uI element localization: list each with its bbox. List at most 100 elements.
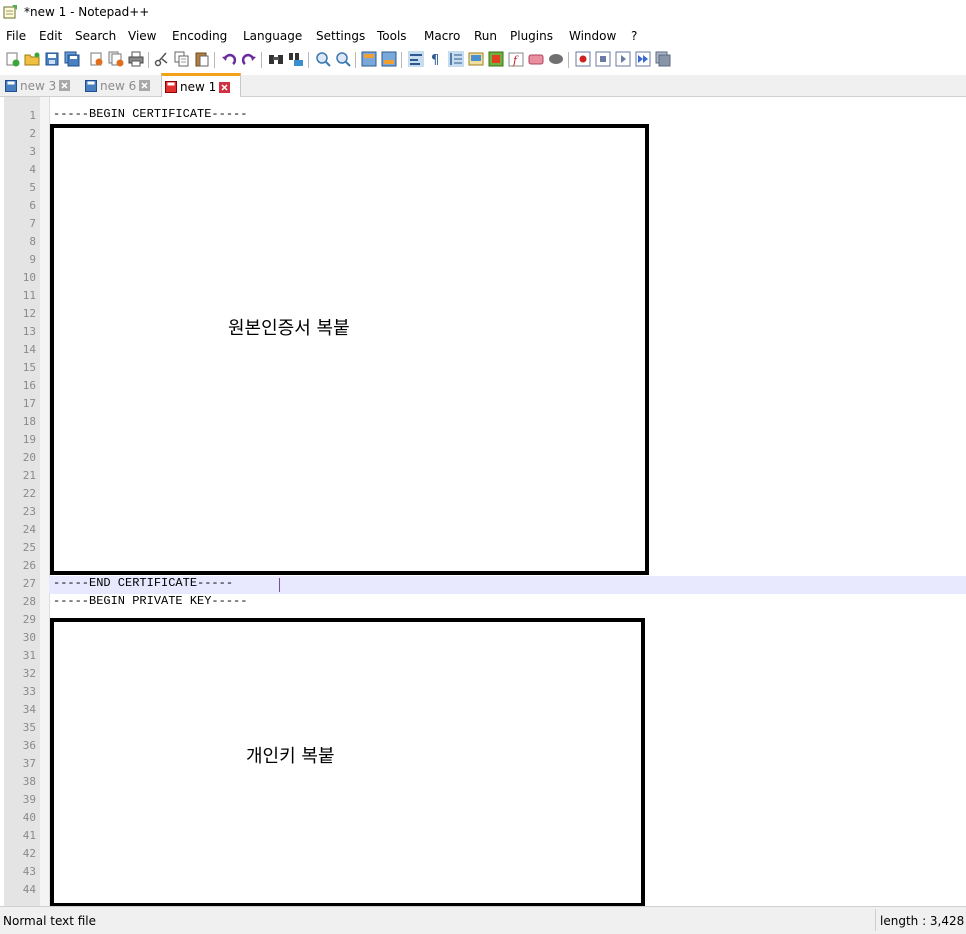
doc-map-icon[interactable] bbox=[468, 51, 484, 67]
menu-language[interactable]: Language bbox=[243, 29, 302, 43]
menu-tools[interactable]: Tools bbox=[377, 29, 407, 43]
toolbar-separator bbox=[214, 52, 215, 68]
notepadpp-app-icon bbox=[3, 5, 17, 19]
record-toggle-icon[interactable] bbox=[548, 51, 564, 67]
line-number: 42 bbox=[22, 847, 36, 860]
sync-vertical-icon[interactable] bbox=[361, 51, 377, 67]
line-number: 26 bbox=[22, 559, 36, 572]
line-number: 35 bbox=[22, 721, 36, 734]
private-key-box-label: 개인키 복붙 bbox=[246, 746, 335, 767]
line-number: 18 bbox=[22, 415, 36, 428]
line-number: 21 bbox=[22, 469, 36, 482]
tab-close-icon[interactable] bbox=[59, 80, 71, 91]
line-number: 16 bbox=[22, 379, 36, 392]
menu-file[interactable]: File bbox=[6, 29, 26, 43]
toolbar-separator bbox=[148, 52, 149, 68]
line-number: 27 bbox=[22, 577, 36, 590]
save-icon[interactable] bbox=[44, 51, 60, 67]
sync-horizontal-icon[interactable] bbox=[381, 51, 397, 67]
open-file-icon[interactable] bbox=[24, 51, 40, 67]
tab-new-3[interactable]: new 3 bbox=[2, 76, 71, 95]
copy-icon[interactable] bbox=[174, 51, 190, 67]
menu-edit[interactable]: Edit bbox=[39, 29, 62, 43]
line-number: 30 bbox=[22, 631, 36, 644]
find-icon[interactable] bbox=[268, 51, 284, 67]
tab-close-icon[interactable] bbox=[219, 81, 231, 93]
redo-icon[interactable] bbox=[241, 51, 257, 67]
line-number: 8 bbox=[29, 235, 36, 248]
text-editor[interactable]: 1 2 3 4 5 6 7 8 9 10 11 12 13 14 15 16 17 18 19 20 21 22 23 24 2… bbox=[0, 97, 966, 907]
cut-icon[interactable] bbox=[154, 51, 170, 67]
close-all-icon[interactable] bbox=[108, 51, 124, 67]
menu-help[interactable]: ? bbox=[631, 29, 637, 43]
line-number: 15 bbox=[22, 361, 36, 374]
tab-label: new 1 bbox=[180, 80, 217, 94]
monitoring-icon[interactable] bbox=[528, 51, 544, 67]
menu-settings[interactable]: Settings bbox=[316, 29, 365, 43]
new-file-icon[interactable] bbox=[4, 51, 20, 67]
tab-new-1[interactable]: new 1 bbox=[161, 73, 241, 98]
line-number: 2 bbox=[29, 127, 36, 140]
play-macro-icon[interactable] bbox=[615, 51, 631, 67]
status-bar: Normal text file length : 3,428 bbox=[0, 906, 966, 934]
record-macro-icon[interactable] bbox=[575, 51, 591, 67]
window-title: *new 1 - Notepad++ bbox=[24, 5, 150, 19]
line-number: 28 bbox=[22, 595, 36, 608]
tab-label: new 3 bbox=[20, 78, 57, 93]
line-number: 1 bbox=[29, 109, 36, 122]
saved-file-icon bbox=[85, 79, 97, 92]
menu-search[interactable]: Search bbox=[75, 29, 116, 43]
line-number: 4 bbox=[29, 163, 36, 176]
menu-plugins[interactable]: Plugins bbox=[510, 29, 553, 43]
tab-label: new 6 bbox=[100, 78, 137, 93]
stop-record-icon[interactable] bbox=[595, 51, 611, 67]
show-all-chars-icon[interactable]: ¶ bbox=[428, 51, 444, 67]
menu-encoding[interactable]: Encoding bbox=[172, 29, 227, 43]
line-number: 23 bbox=[22, 505, 36, 518]
line-number: 29 bbox=[22, 613, 36, 626]
zoom-out-icon[interactable] bbox=[335, 51, 351, 67]
replace-icon[interactable] bbox=[288, 51, 304, 67]
line-number: 31 bbox=[22, 649, 36, 662]
save-all-icon[interactable] bbox=[64, 51, 80, 67]
line-number: 36 bbox=[22, 739, 36, 752]
folder-workspace-icon[interactable]: f bbox=[508, 51, 524, 67]
word-wrap-icon[interactable] bbox=[408, 51, 424, 67]
line-number: 43 bbox=[22, 865, 36, 878]
line-number: 9 bbox=[29, 253, 36, 266]
line-number: 44 bbox=[22, 883, 36, 896]
fold-margin[interactable] bbox=[40, 97, 50, 906]
menu-macro[interactable]: Macro bbox=[424, 29, 460, 43]
line-number: 41 bbox=[22, 829, 36, 842]
line-number: 39 bbox=[22, 793, 36, 806]
line-number: 25 bbox=[22, 541, 36, 554]
zoom-in-icon[interactable] bbox=[315, 51, 331, 67]
function-list-icon[interactable] bbox=[488, 51, 504, 67]
toolbar-separator bbox=[261, 52, 262, 68]
code-line-28: -----BEGIN PRIVATE KEY----- bbox=[53, 594, 248, 608]
menu-window[interactable]: Window bbox=[569, 29, 616, 43]
line-number: 17 bbox=[22, 397, 36, 410]
indent-guide-icon[interactable] bbox=[448, 51, 464, 67]
close-icon[interactable] bbox=[88, 51, 104, 67]
paste-icon[interactable] bbox=[194, 51, 210, 67]
line-number: 10 bbox=[22, 271, 36, 284]
menu-run[interactable]: Run bbox=[474, 29, 497, 43]
code-line-27: -----END CERTIFICATE----- bbox=[53, 576, 234, 590]
run-macro-multiple-icon[interactable] bbox=[635, 51, 651, 67]
title-bar: *new 1 - Notepad++ bbox=[0, 0, 966, 24]
line-number: 32 bbox=[22, 667, 36, 680]
line-number: 11 bbox=[22, 289, 36, 302]
save-macro-icon[interactable] bbox=[655, 51, 671, 67]
print-icon[interactable] bbox=[128, 51, 144, 67]
line-number: 22 bbox=[22, 487, 36, 500]
tab-close-icon[interactable] bbox=[139, 80, 151, 91]
line-number: 14 bbox=[22, 343, 36, 356]
line-number: 37 bbox=[22, 757, 36, 770]
menu-view[interactable]: View bbox=[128, 29, 156, 43]
line-number: 19 bbox=[22, 433, 36, 446]
tab-new-6[interactable]: new 6 bbox=[82, 76, 151, 95]
undo-icon[interactable] bbox=[221, 51, 237, 67]
line-number: 33 bbox=[22, 685, 36, 698]
code-line-1: -----BEGIN CERTIFICATE----- bbox=[53, 107, 248, 121]
